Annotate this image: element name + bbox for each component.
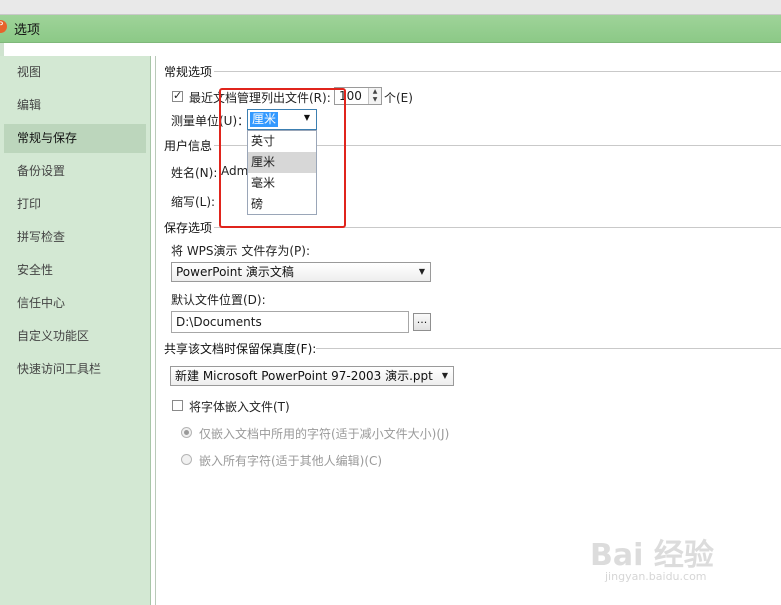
default-location-label: 默认文件位置(D): [171, 293, 266, 307]
recent-docs-unit: 个(E) [384, 91, 413, 105]
default-location-value: D:\Documents [176, 315, 262, 329]
baidu-watermark-logo: Bai 经验 [590, 538, 714, 573]
save-as-label: 将 WPS演示 文件存为(P): [171, 244, 310, 258]
fidelity-document-select[interactable]: 新建 Microsoft PowerPoint 97-2003 演示.ppt ▼ [170, 366, 454, 386]
sidebar-item-quick-access[interactable]: 快速访问工具栏 [4, 355, 146, 384]
embed-all-chars-label: 嵌入所有字符(适于其他人编辑)(C) [199, 454, 383, 468]
sidebar-item-customize-ribbon[interactable]: 自定义功能区 [4, 322, 146, 351]
sidebar-item-backup[interactable]: 备份设置 [4, 157, 146, 186]
embed-all-chars-radio[interactable] [181, 454, 192, 465]
embed-used-chars-radio[interactable] [181, 427, 192, 438]
fidelity-document-value: 新建 Microsoft PowerPoint 97-2003 演示.ppt [175, 369, 433, 383]
section-divider [214, 71, 781, 72]
embed-fonts-checkbox[interactable] [172, 400, 183, 411]
section-title-save: 保存选项 [164, 221, 213, 235]
save-as-format-value: PowerPoint 演示文稿 [176, 265, 294, 279]
chevron-up-icon[interactable]: ▲ [369, 88, 381, 96]
baidu-watermark-url: jingyan.baidu.com [605, 570, 707, 583]
sidebar-item-edit[interactable]: 编辑 [4, 91, 146, 120]
embed-fonts-label: 将字体嵌入文件(T) [189, 400, 290, 414]
section-title-user-info: 用户信息 [164, 139, 213, 153]
section-title-fidelity: 共享该文档时保留保真度(F): [164, 342, 317, 356]
recent-docs-checkbox[interactable] [172, 89, 183, 102]
sidebar-item-security[interactable]: 安全性 [4, 256, 146, 285]
sidebar-item-trust-center[interactable]: 信任中心 [4, 289, 146, 318]
sidebar-item-view[interactable]: 视图 [4, 58, 146, 87]
embed-used-chars-label: 仅嵌入文档中所用的字符(适于减小文件大小)(J) [199, 427, 450, 441]
save-as-format-select[interactable]: PowerPoint 演示文稿 ▼ [171, 262, 431, 282]
sidebar-item-spellcheck[interactable]: 拼写检查 [4, 223, 146, 252]
window-top-strip [0, 0, 781, 15]
window-title: 选项 [14, 23, 41, 38]
sidebar-item-print[interactable]: 打印 [4, 190, 146, 219]
section-title-general: 常规选项 [164, 65, 213, 79]
annotation-highlight-box [219, 88, 346, 228]
section-divider [316, 348, 781, 349]
initials-label: 缩写(L): [171, 195, 216, 209]
stepper-buttons[interactable]: ▲ ▼ [368, 88, 381, 104]
dropdown-arrow-icon: ▼ [441, 371, 448, 380]
sidebar-item-general-save[interactable]: 常规与保存 [4, 124, 146, 153]
default-location-field[interactable]: D:\Documents [171, 311, 409, 333]
browse-button[interactable]: ... [413, 313, 431, 331]
chevron-down-icon[interactable]: ▼ [369, 96, 381, 104]
dropdown-arrow-icon: ▼ [418, 267, 425, 276]
name-label: 姓名(N): [171, 166, 218, 180]
